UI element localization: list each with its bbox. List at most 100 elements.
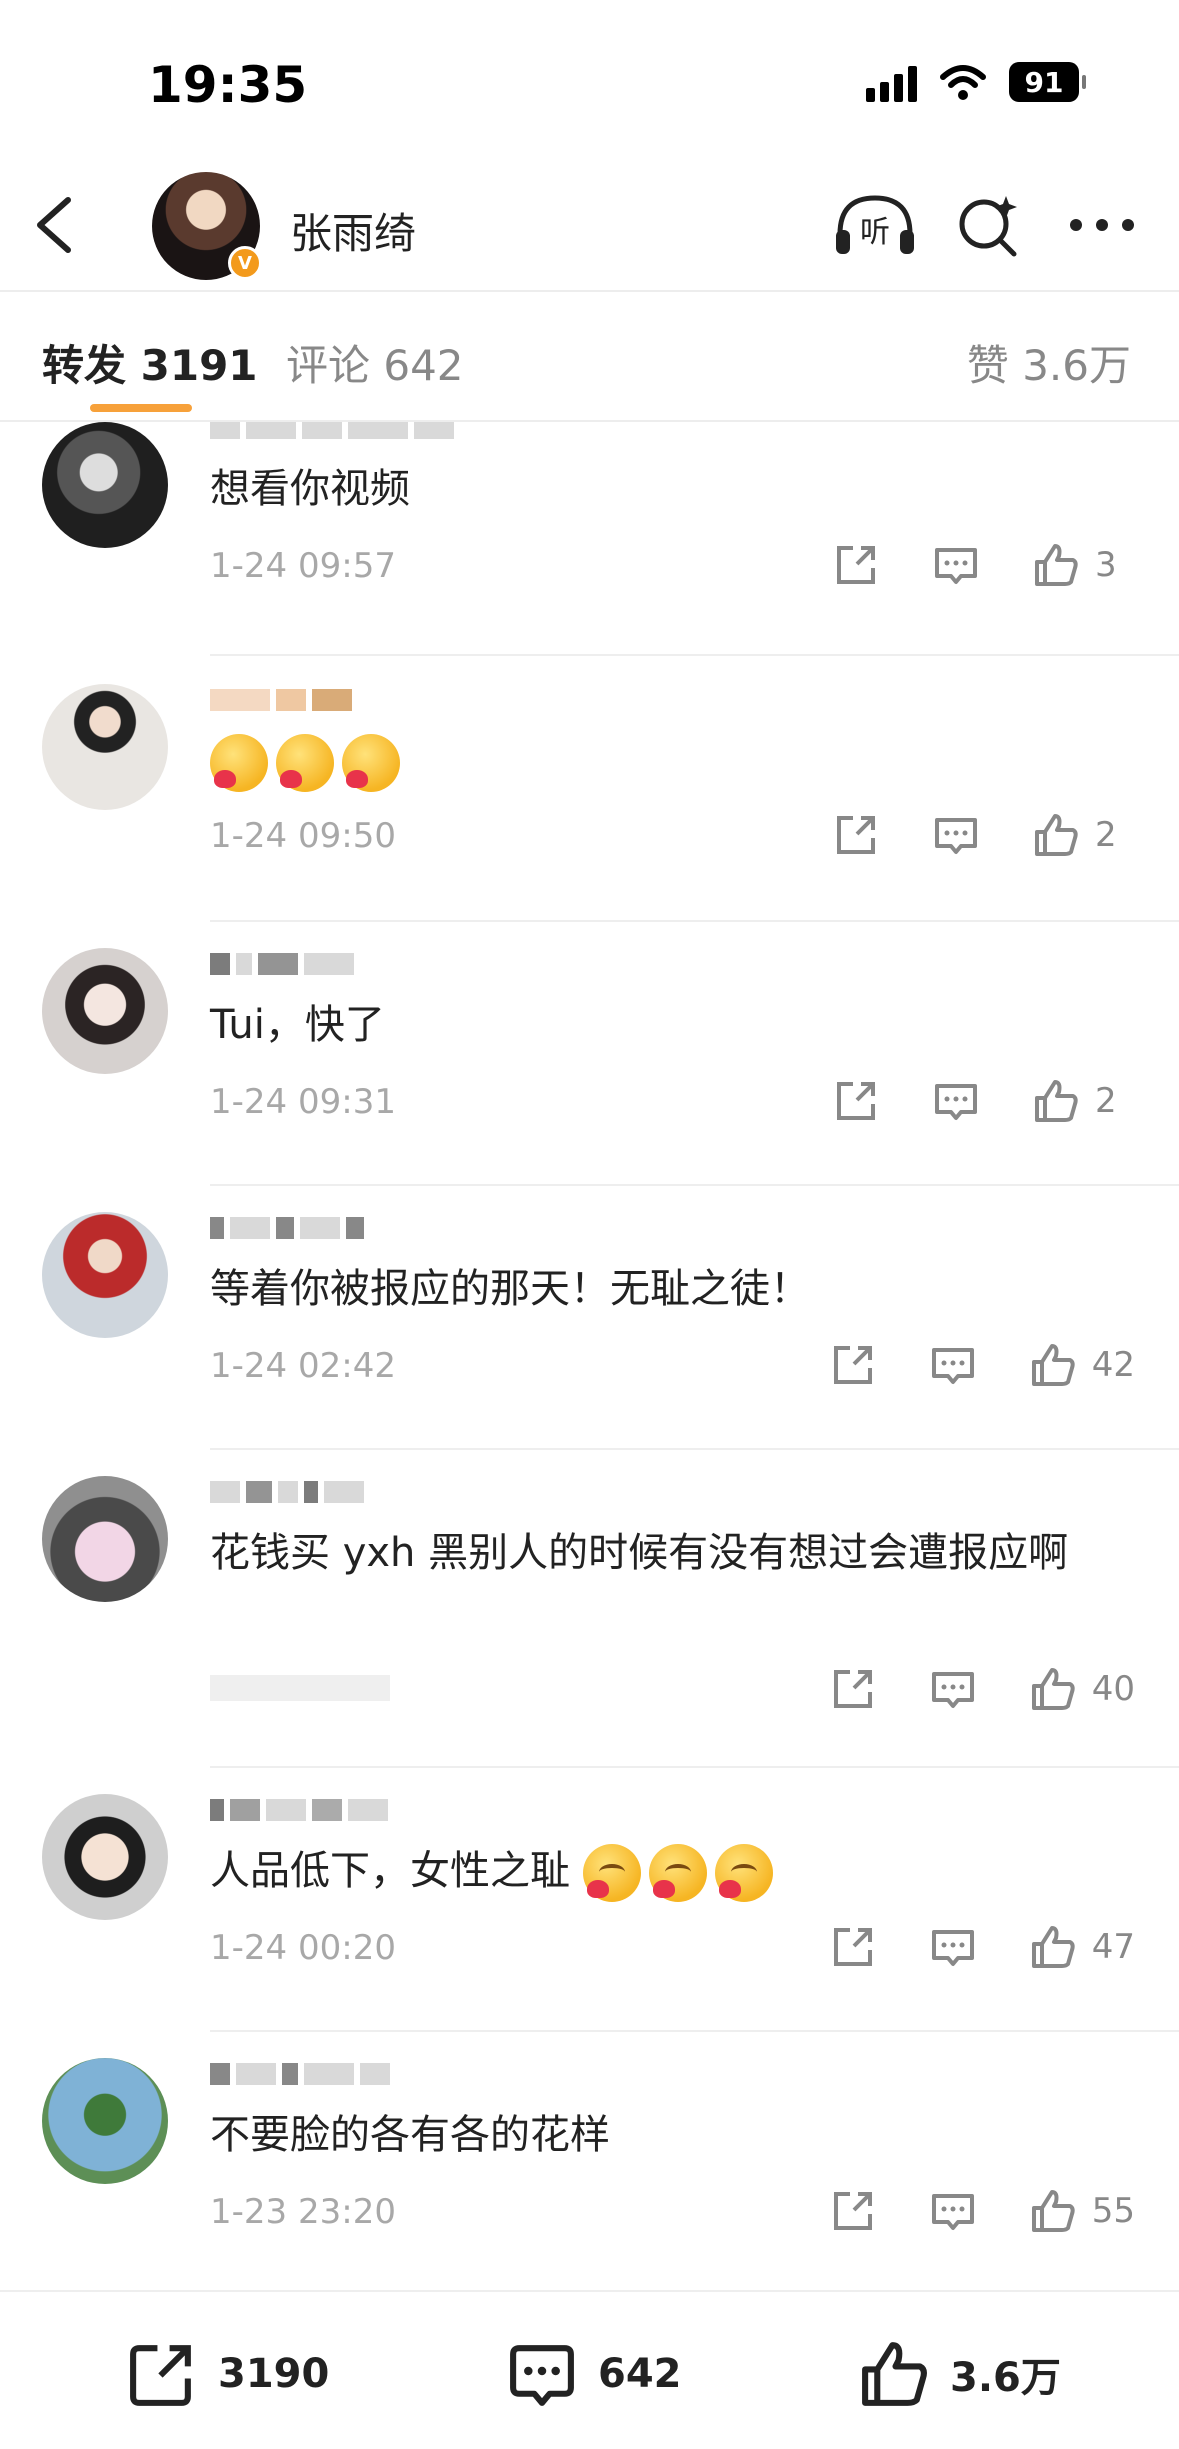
comment-icon[interactable] [928,1664,978,1714]
back-icon[interactable] [26,190,86,260]
username-blurred[interactable] [210,422,454,444]
comment-text: 花钱买 yxh 黑别人的时候有没有想过会遭报应啊 [210,1530,1069,1576]
timestamp: 1-24 09:31 [210,1082,396,1122]
list-item: 1-24 09:50 2 [0,658,1179,922]
comment-icon[interactable] [931,810,981,860]
username-blurred[interactable] [210,684,352,716]
item-actions: 40 [778,1664,1135,1714]
avatar[interactable] [42,1794,168,1920]
list-item: Tui，快了 1-24 09:31 2 [0,922,1179,1186]
username-blurred[interactable] [210,948,354,980]
username-blurred[interactable] [210,2058,390,2090]
avatar[interactable] [42,948,168,1074]
comment-icon[interactable] [928,1922,978,1972]
comment-icon [510,2345,574,2406]
share-icon[interactable] [828,2186,878,2236]
battery-icon: 91 [1009,62,1086,102]
comment-icon[interactable] [931,1076,981,1126]
share-icon[interactable] [831,1076,881,1126]
tab-bar: 转发 3191 评论 642 赞 3.6万 [0,292,1179,420]
like-icon[interactable] [1031,1076,1081,1126]
like-count: 3.6万 [950,2355,1061,2401]
comment-icon[interactable] [928,1340,978,1390]
share-icon[interactable] [828,1664,878,1714]
list-item: 人品低下，女性之耻 1-24 00:20 47 [0,1768,1179,2032]
like-icon[interactable] [1031,540,1081,590]
comment-text: 人品低下，女性之耻 [210,1848,570,1894]
status-time: 19:35 [148,56,308,114]
item-actions: 42 [778,1340,1135,1390]
bottom-action-bar: 3190 642 3.6万 [0,2290,1179,2449]
like-icon[interactable] [1028,2186,1078,2236]
share-icon[interactable] [828,1340,878,1390]
share-icon [130,2345,191,2406]
signal-icon [866,62,917,102]
timestamp: 1-23 23:20 [210,2192,396,2232]
listen-icon[interactable]: 听 [832,190,918,260]
like-count: 40 [1091,1669,1135,1709]
comment-text: 想看你视频 [210,466,410,512]
comment-icon[interactable] [928,2186,978,2236]
repost-count: 3190 [218,2351,330,2397]
more-icon[interactable] [1066,210,1138,240]
list-item: 想看你视频 1-24 09:57 3 [0,422,1179,656]
svg-text:听: 听 [860,215,890,250]
comment-text: 不要脸的各有各的花样 [210,2112,610,2158]
wifi-icon [940,65,986,100]
tab-repost[interactable]: 转发 3191 [42,332,258,393]
status-bar: 19:35 91 [0,0,1179,160]
username-blurred[interactable] [210,1212,364,1244]
item-actions: 2 [781,1076,1135,1126]
avatar[interactable] [42,684,168,810]
list-item: 不要脸的各有各的花样 1-23 23:20 55 [0,2032,1179,2290]
share-icon[interactable] [828,1922,878,1972]
share-icon[interactable] [831,810,881,860]
like-icon[interactable] [1028,1664,1078,1714]
like-count: 42 [1091,1345,1135,1385]
like-count: 2 [1095,1081,1117,1121]
like-button[interactable]: 3.6万 [856,2336,1061,2412]
like-icon [862,2342,927,2406]
list-item: 花钱买 yxh 黑别人的时候有没有想过会遭报应啊 40 [0,1450,1179,1768]
avatar[interactable] [42,1476,168,1602]
repost-button[interactable]: 3190 [124,2336,329,2412]
like-count: 47 [1091,1927,1135,1967]
shy-emoji-icon [714,1844,773,1902]
profile-name[interactable]: 张雨绮 [290,200,416,261]
item-actions: 47 [778,1922,1135,1972]
avatar[interactable] [42,422,168,548]
screen: 19:35 91 V 张雨绮 听 转发 3191 评论 642 赞 3.6万 想… [0,0,1179,2449]
avatar[interactable] [42,1212,168,1338]
timestamp: 1-24 00:20 [210,1928,396,1968]
tab-likes[interactable]: 赞 3.6万 [967,332,1131,393]
repost-list: 想看你视频 1-24 09:57 3 1-24 09:50 2 Tui，快了 1… [0,422,1179,2290]
tab-comments[interactable]: 评论 642 [286,332,464,393]
list-item: 等着你被报应的那天！无耻之徒！ 1-24 02:42 42 [0,1186,1179,1450]
like-count: 2 [1095,815,1117,855]
shy-emoji-icon [648,1844,707,1902]
love-emoji-icon [276,734,334,792]
share-icon[interactable] [831,540,881,590]
verified-badge-icon: V [228,246,262,280]
comment-icon[interactable] [931,540,981,590]
item-actions: 55 [778,2186,1135,2236]
timestamp: 1-24 02:42 [210,1346,396,1386]
comment-button[interactable]: 642 [504,2336,682,2412]
username-blurred[interactable] [210,1794,388,1826]
username-blurred[interactable] [210,1476,364,1508]
like-icon[interactable] [1031,810,1081,860]
divider [210,654,1179,656]
comment-text-row: 人品低下，女性之耻 [210,1838,1110,1904]
search-icon[interactable] [954,192,1022,260]
like-count: 3 [1095,545,1117,585]
avatar[interactable] [42,2058,168,2184]
status-icons: 91 [866,62,1086,102]
item-actions: 2 [781,810,1135,860]
like-count: 55 [1091,2191,1135,2231]
like-icon[interactable] [1028,1922,1078,1972]
timestamp-blurred [210,1670,390,1710]
like-icon[interactable] [1028,1340,1078,1390]
love-emoji-icon [342,734,400,792]
comment-emoji-row [210,728,1110,794]
header: V 张雨绮 听 [0,160,1179,292]
